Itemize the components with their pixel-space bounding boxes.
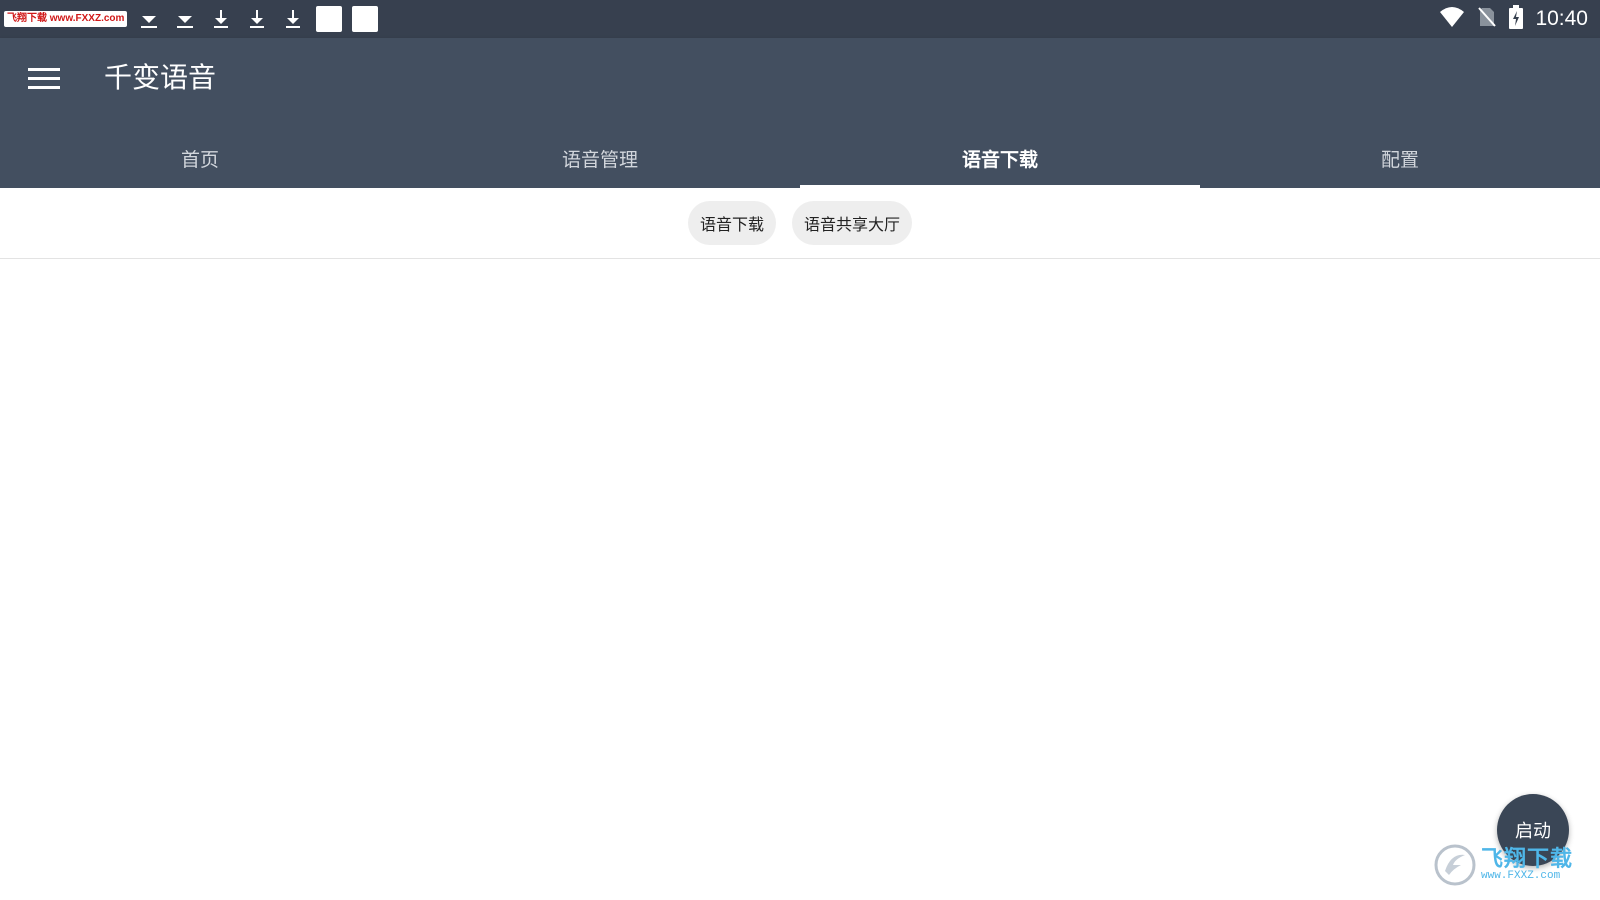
download-done-icon — [171, 5, 199, 33]
no-sim-icon — [1477, 6, 1497, 32]
chip-voice-download[interactable]: 语音下载 — [687, 201, 776, 245]
tab-settings[interactable]: 配置 — [1200, 128, 1600, 188]
watermark-logo-icon — [1434, 844, 1476, 886]
app-title: 千变语音 — [104, 61, 217, 94]
square-icon — [351, 5, 379, 33]
watermark: 飞翔下载 www.FXXZ.com — [1433, 842, 1591, 888]
sub-tab-bar: 语音下载 语音共享大厅 — [0, 188, 1600, 259]
tab-voice-management[interactable]: 语音管理 — [400, 128, 800, 188]
square-icon — [315, 5, 343, 33]
download-icon — [279, 5, 307, 33]
app-bar: 千变语音 首页 语音管理 语音下载 配置 — [0, 38, 1600, 188]
status-bar-system: 10:40 — [1439, 0, 1588, 38]
watermark-badge: 飞翔下载 www.FXXZ.com — [4, 11, 128, 27]
download-icon — [207, 5, 235, 33]
status-bar-notifications: 飞翔下载 www.FXXZ.com — [4, 5, 379, 33]
content-area — [0, 259, 1600, 900]
watermark-url: www.FXXZ.com — [1481, 869, 1561, 882]
tab-bar: 首页 语音管理 语音下载 配置 — [0, 128, 1600, 188]
battery-charging-icon — [1509, 5, 1524, 33]
download-icon — [243, 5, 271, 33]
clock: 10:40 — [1535, 7, 1588, 30]
status-bar: 飞翔下载 www.FXXZ.com 10:40 — [0, 0, 1600, 38]
tab-voice-download[interactable]: 语音下载 — [800, 128, 1200, 188]
chip-voice-share-hall[interactable]: 语音共享大厅 — [792, 201, 913, 245]
download-done-icon — [135, 5, 163, 33]
menu-icon[interactable] — [24, 60, 64, 96]
wifi-icon — [1439, 6, 1465, 32]
watermark-cn: 飞翔下载 — [1481, 846, 1574, 872]
tab-home[interactable]: 首页 — [0, 128, 400, 188]
